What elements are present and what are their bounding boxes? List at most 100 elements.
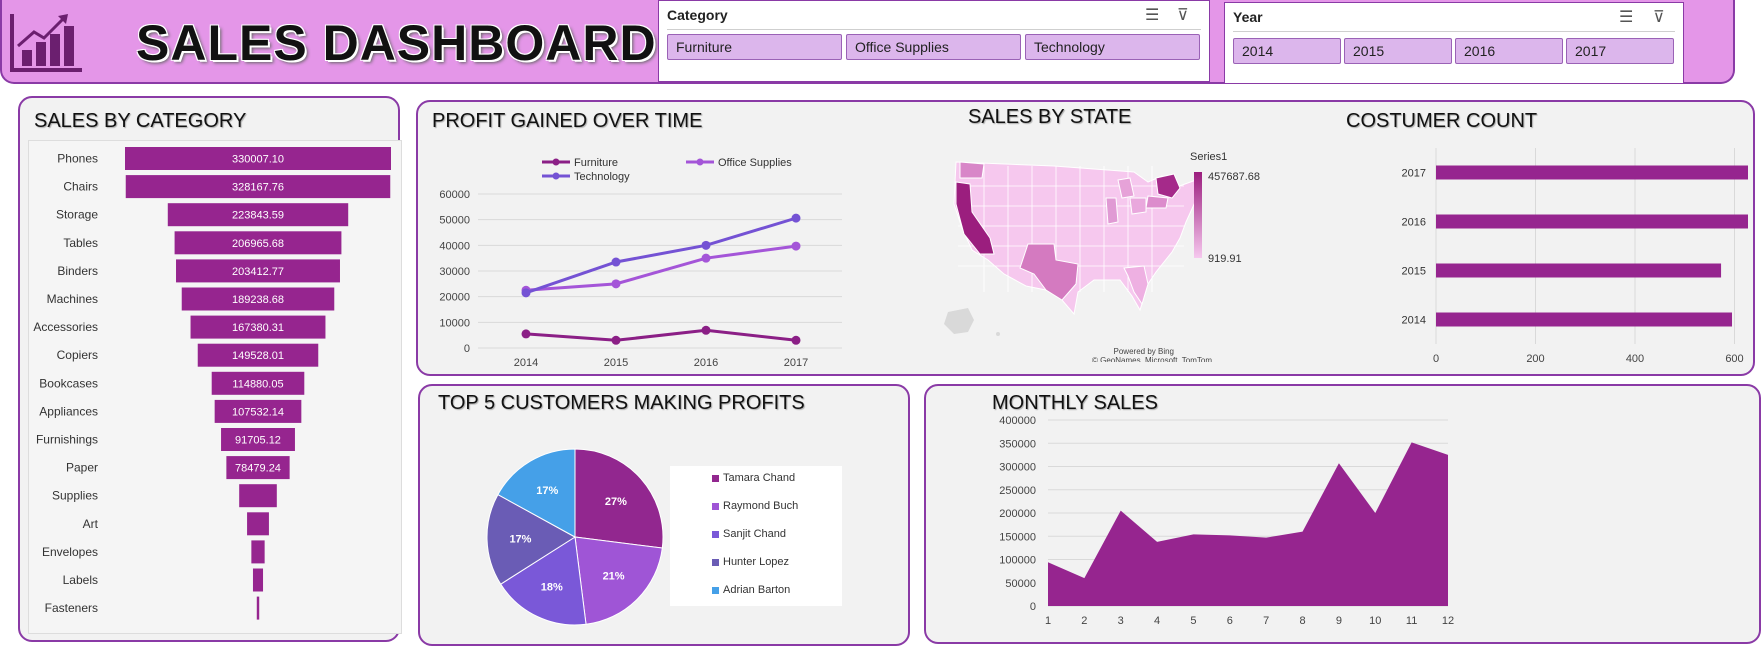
x-tick-label: 11: [1406, 615, 1417, 627]
map-legend-max: 457687.68: [1208, 171, 1260, 183]
y-tick-label: 2016: [1402, 217, 1426, 229]
category-label: Envelopes: [42, 545, 98, 559]
legend-marker: [696, 158, 704, 166]
legend-item: Raymond Buch: [712, 500, 798, 512]
pie-data-label: 21%: [603, 571, 625, 583]
state-hawaii: [996, 332, 1000, 336]
y-tick-label: 0: [464, 343, 470, 355]
legend-label: Tamara Chand: [723, 472, 796, 484]
category-bar: [239, 484, 277, 508]
pie-data-label: 17%: [509, 534, 531, 546]
slicer-item-2017[interactable]: 2017: [1566, 38, 1674, 64]
y-tick-label: 2017: [1402, 168, 1426, 180]
pie-data-label: 18%: [541, 581, 563, 593]
category-label: Furnishings: [36, 433, 98, 447]
category-data-label: 206965.68: [232, 238, 284, 250]
map-legend-title: Series1: [1190, 151, 1227, 163]
y-tick-label: 10000: [439, 317, 470, 329]
x-tick-label: 8: [1299, 615, 1305, 627]
state-pennsylvania: [1145, 195, 1169, 209]
series-point: [521, 288, 531, 298]
category-data-label: 149528.01: [232, 350, 284, 362]
category-label: Appliances: [39, 404, 98, 418]
series-point: [521, 329, 531, 339]
category-label: Copiers: [57, 348, 98, 362]
clear-filter-icon[interactable]: ⊽: [1177, 5, 1189, 25]
multi-select-icon[interactable]: ☰: [1145, 5, 1159, 25]
category-slicer: Category ☰ ⊽ Furniture Office Supplies T…: [658, 0, 1210, 82]
slicer-item-furniture[interactable]: Furniture: [667, 34, 842, 60]
monthly-sales-panel: MONTHLY SALES 0 50000 100000 150000 200000 25…: [924, 384, 1761, 644]
y-tick-label: 2014: [1402, 315, 1426, 327]
category-bar: [252, 568, 264, 592]
y-tick-label: 30000: [439, 266, 470, 278]
y-tick-label: 350000: [999, 438, 1036, 450]
customer-count-bar: [1436, 312, 1733, 327]
x-tick-label: 2017: [784, 357, 808, 369]
legend-swatch: [712, 586, 719, 594]
top-overview-panel: PROFIT GAINED OVER TIME 0 10000 20000 30000…: [416, 100, 1755, 376]
panel-title: COSTUMER COUNT: [1346, 110, 1538, 132]
series-point: [701, 240, 711, 250]
legend-label: Sanjit Chand: [723, 528, 786, 540]
panel-title: MONTHLY SALES: [992, 392, 1158, 414]
state-alaska: [944, 308, 974, 334]
category-label: Accessories: [33, 320, 98, 334]
series-line: [525, 216, 797, 295]
legend-item: Sanjit Chand: [712, 528, 786, 540]
slicer-item-2015[interactable]: 2015: [1344, 38, 1452, 64]
series-point: [611, 279, 621, 289]
category-label: Storage: [56, 208, 98, 222]
legend-item: Adrian Barton: [712, 584, 790, 596]
x-tick-label: 9: [1336, 615, 1342, 627]
slicer-item-2014[interactable]: 2014: [1233, 38, 1341, 64]
us-sales-map[interactable]: Series1 457687.68 919.91 Powered by Bing© G…: [934, 142, 1294, 362]
category-data-label: 330007.10: [232, 154, 284, 166]
profit-over-time-chart: 0 10000 20000 30000 40000 50000 60000 2014 2015 2…: [439, 157, 842, 369]
category-data-label: 114880.05: [232, 378, 283, 390]
legend-marker: [552, 158, 560, 166]
x-tick-label: 200: [1526, 353, 1544, 365]
state-illinois: [1105, 197, 1119, 225]
y-tick-label: 2015: [1402, 266, 1426, 278]
legend-marker: [552, 172, 560, 180]
top5-customers-panel: TOP 5 CUSTOMERS MAKING PROFITS 27% 21% 18%…: [418, 384, 910, 646]
legend-label: Technology: [574, 171, 630, 183]
x-tick-label: 10: [1369, 615, 1381, 627]
sales-by-category-panel: SALES BY CATEGORY Phones 330007.10 Chairs 3…: [18, 96, 402, 642]
monthly-sales-chart: 0 50000 100000 150000 200000 250000 300000 3500…: [999, 416, 1454, 627]
x-tick-label: 1: [1045, 615, 1051, 627]
slicer-item-office-supplies[interactable]: Office Supplies: [846, 34, 1021, 60]
y-tick-label: 0: [1030, 601, 1036, 613]
x-tick-label: 2016: [694, 357, 718, 369]
category-data-label: 189238.68: [232, 294, 284, 306]
category-label: Labels: [63, 573, 98, 587]
customer-count-bar: [1436, 263, 1722, 278]
slicer-item-technology[interactable]: Technology: [1025, 34, 1200, 60]
category-data-label: 78479.24: [235, 463, 281, 475]
series-point: [701, 325, 711, 335]
category-data-label: 167380.31: [232, 322, 284, 334]
x-tick-label: 2015: [604, 357, 628, 369]
top5-customers-pie: 27% 21% 18% 17% 17%: [486, 448, 664, 626]
legend-swatch: [712, 502, 719, 510]
y-tick-label: 100000: [999, 555, 1036, 567]
multi-select-icon[interactable]: ☰: [1619, 7, 1633, 27]
y-tick-label: 200000: [999, 508, 1036, 520]
category-label: Chairs: [63, 180, 98, 194]
x-tick-label: 3: [1118, 615, 1124, 627]
x-tick-label: 2: [1081, 615, 1087, 627]
y-tick-label: 50000: [1005, 578, 1036, 590]
customer-count-bar: [1436, 165, 1748, 180]
x-tick-label: 0: [1433, 353, 1439, 365]
x-tick-label: 12: [1442, 615, 1454, 627]
slicer-item-2016[interactable]: 2016: [1455, 38, 1563, 64]
pie-data-label: 17%: [536, 485, 558, 497]
year-slicer: Year ☰ ⊽ 2014 2015 2016 2017: [1224, 2, 1684, 84]
y-tick-label: 50000: [439, 215, 470, 227]
clear-filter-icon[interactable]: ⊽: [1653, 7, 1665, 27]
legend-swatch: [712, 530, 719, 538]
legend-label: Adrian Barton: [723, 584, 791, 596]
series-point: [791, 335, 801, 345]
legend-label: Furniture: [574, 157, 618, 169]
